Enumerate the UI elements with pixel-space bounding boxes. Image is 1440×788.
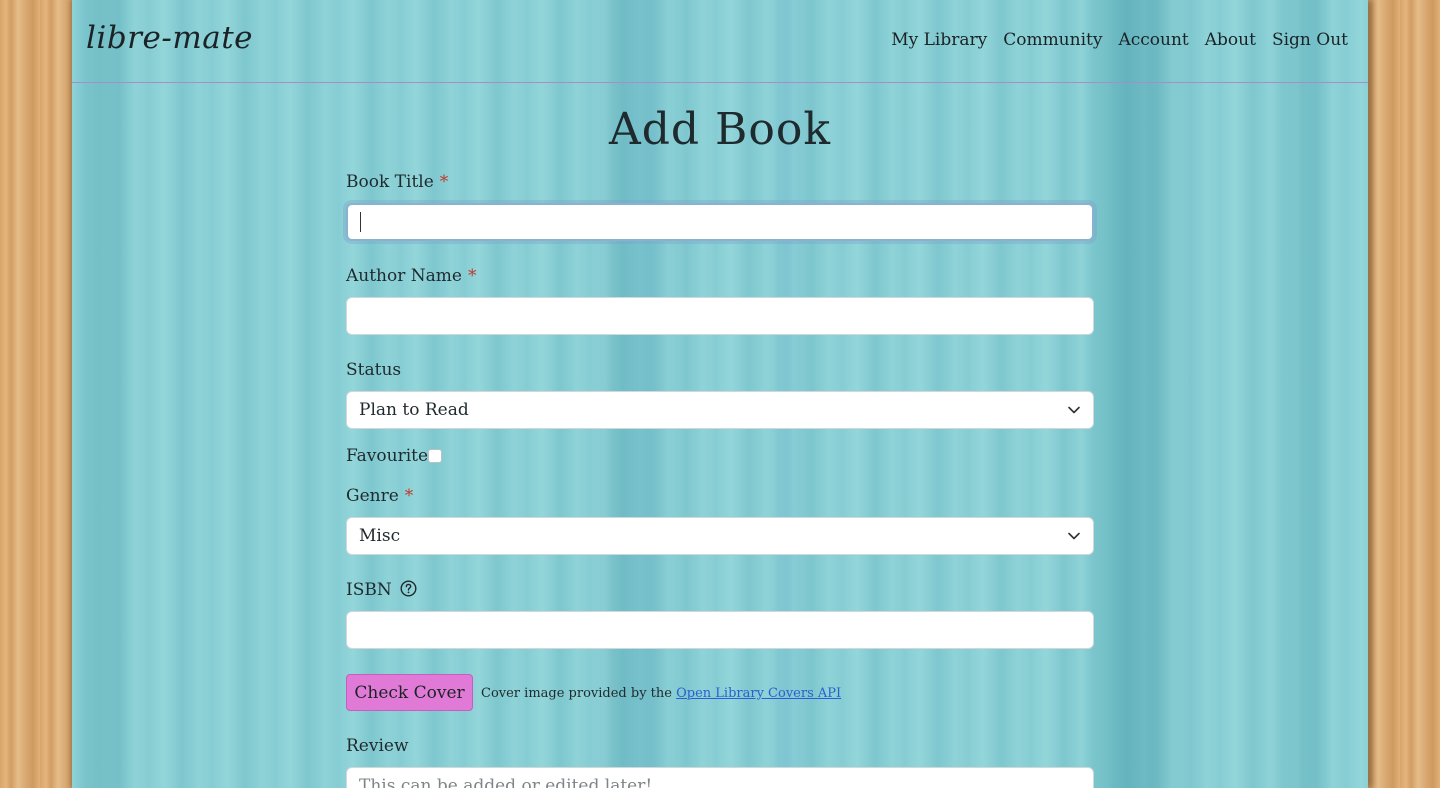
page-title: Add Book <box>608 104 832 155</box>
isbn-label: ISBN <box>346 580 417 600</box>
nav-links: My Library Community Account About Sign … <box>891 30 1348 50</box>
chevron-down-icon <box>1067 403 1081 417</box>
navbar: libre-mate My Library Community Account … <box>72 0 1368 83</box>
favourite-checkbox[interactable] <box>428 449 442 463</box>
genre-label-text: Genre <box>346 486 399 506</box>
genre-select[interactable]: Misc <box>346 517 1094 555</box>
review-label-text: Review <box>346 736 409 756</box>
book-title-label-text: Book Title <box>346 172 434 192</box>
favourite-label-text: Favourite <box>346 446 429 466</box>
check-cover-button[interactable]: Check Cover <box>346 674 473 711</box>
question-circle-icon[interactable] <box>400 580 417 597</box>
status-label: Status <box>346 360 401 380</box>
main-panel: libre-mate My Library Community Account … <box>72 0 1368 788</box>
review-label: Review <box>346 736 409 756</box>
review-textarea[interactable]: This can be added or edited later! <box>346 767 1094 788</box>
open-library-covers-link[interactable]: Open Library Covers API <box>676 686 841 701</box>
text-caret <box>360 212 361 232</box>
author-name-label-text: Author Name <box>346 266 462 286</box>
nav-link-community[interactable]: Community <box>1003 30 1102 50</box>
nav-link-account[interactable]: Account <box>1118 30 1188 50</box>
nav-link-about[interactable]: About <box>1205 30 1256 50</box>
status-label-text: Status <box>346 360 402 380</box>
author-name-label: Author Name * <box>346 266 476 286</box>
cover-attribution: Cover image provided by the Open Library… <box>481 686 841 701</box>
nav-link-sign-out[interactable]: Sign Out <box>1272 30 1348 50</box>
book-title-label: Book Title * <box>346 172 448 192</box>
genre-selected-value: Misc <box>359 526 401 546</box>
status-selected-value: Plan to Read <box>359 400 469 420</box>
status-select[interactable]: Plan to Read <box>346 391 1094 429</box>
isbn-label-text: ISBN <box>346 580 392 600</box>
favourite-label: Favourite <box>346 446 428 466</box>
author-name-input[interactable] <box>346 297 1094 335</box>
required-mark: * <box>439 172 449 192</box>
cover-attribution-text: Cover image provided by the <box>481 686 672 701</box>
isbn-input[interactable] <box>346 611 1094 649</box>
review-placeholder: This can be added or edited later! <box>359 776 653 788</box>
book-title-input[interactable] <box>346 203 1094 241</box>
brand-logo[interactable]: libre-mate <box>86 20 253 56</box>
required-mark: * <box>467 266 477 286</box>
chevron-down-icon <box>1067 529 1081 543</box>
nav-link-my-library[interactable]: My Library <box>891 30 987 50</box>
genre-label: Genre * <box>346 486 413 506</box>
required-mark: * <box>404 486 414 506</box>
